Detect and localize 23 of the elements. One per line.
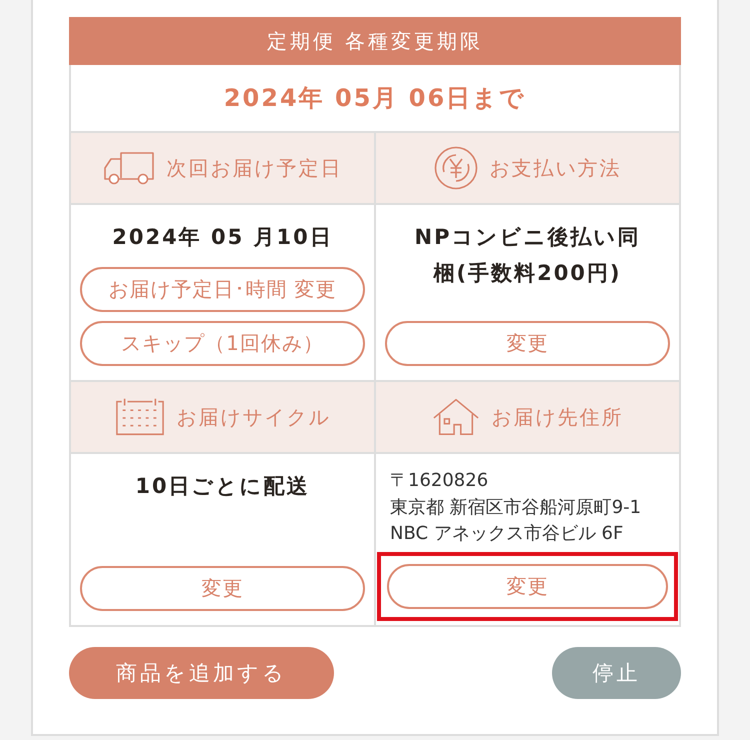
truck-icon [102,150,154,186]
title-bar: 定期便 各種変更期限 [69,17,681,65]
stop-button[interactable]: 停止 [552,646,681,698]
house-icon [432,397,480,437]
deadline-date: 2024年 05月 06日まで [224,83,526,114]
section-value: NPコンビニ後払い同梱(手数料200円) [414,224,642,287]
outline-button[interactable]: 変更 [387,564,668,608]
section-title: お届けサイクル [176,404,330,430]
section-title: お支払い方法 [490,154,622,182]
calendar-icon [114,397,164,437]
address-line: NBC アネックス市谷ビル 6F [390,522,624,546]
address-line: 東京都 新宿区市谷船河原町9-1 [390,496,642,520]
address-line: 〒1620826 [390,469,488,493]
yen-coin-icon [434,146,478,190]
section-title: 次回お届け予定日 [166,154,342,182]
section-title: お届け先住所 [492,404,624,430]
outline-button[interactable]: お届け予定日･時間 変更 [80,267,365,312]
section-value: 2024年 05 月10日 [111,224,334,251]
outline-button[interactable]: スキップ（1回休み） [80,321,365,366]
outline-button[interactable]: 変更 [385,321,670,366]
section-value: 10日ごとに配送 [134,473,311,500]
outline-button[interactable]: 変更 [80,566,365,610]
add-product-button[interactable]: 商品を追加する [69,646,334,698]
